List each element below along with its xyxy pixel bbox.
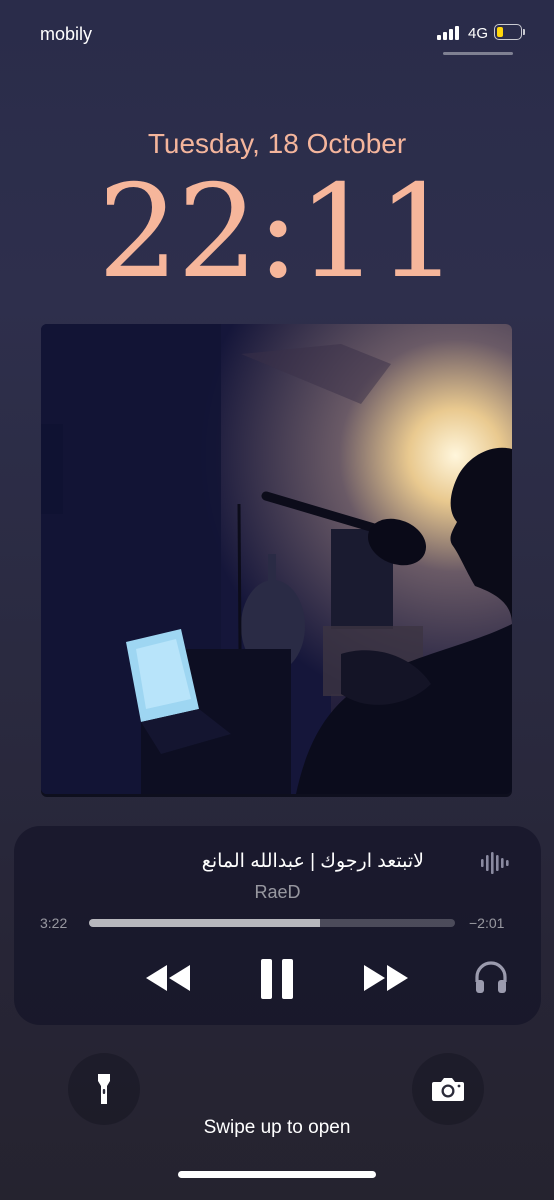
lock-screen-date: Tuesday, 18 October — [147, 128, 407, 159]
flashlight-button[interactable] — [68, 1053, 140, 1125]
headphones-icon[interactable] — [473, 960, 509, 996]
playback-progress-fill — [89, 919, 320, 927]
pause-icon[interactable] — [259, 958, 295, 1000]
flashlight-icon — [98, 1074, 110, 1104]
status-bar: mobily 4G — [0, 0, 554, 60]
playback-scrubber[interactable] — [89, 919, 455, 927]
network-type: 4G — [468, 25, 489, 42]
remaining-time: −2:01 — [469, 915, 505, 931]
track-title: لاتبتعد ارجوك | عبدالله المانع — [201, 851, 424, 872]
lock-screen-time: 22:11 — [97, 158, 459, 307]
battery-icon — [494, 24, 526, 40]
camera-button[interactable] — [412, 1053, 484, 1125]
carrier-name: mobily — [40, 24, 93, 44]
camera-icon — [432, 1078, 464, 1101]
track-artist: RaeD — [254, 882, 301, 902]
home-indicator[interactable] — [178, 1171, 376, 1178]
fast-forward-icon[interactable] — [362, 963, 410, 993]
album-artwork — [41, 324, 512, 794]
control-center-grabber[interactable] — [443, 52, 513, 55]
rewind-icon[interactable] — [144, 963, 192, 993]
cellular-signal-icon — [437, 26, 463, 40]
now-playing-widget: لاتبتعد ارجوك | عبدالله المانع RaeD 3:22… — [14, 826, 541, 1025]
swipe-up-hint: Swipe up to open — [203, 1117, 351, 1138]
elapsed-time: 3:22 — [40, 915, 68, 931]
waveform-icon[interactable] — [480, 850, 510, 876]
